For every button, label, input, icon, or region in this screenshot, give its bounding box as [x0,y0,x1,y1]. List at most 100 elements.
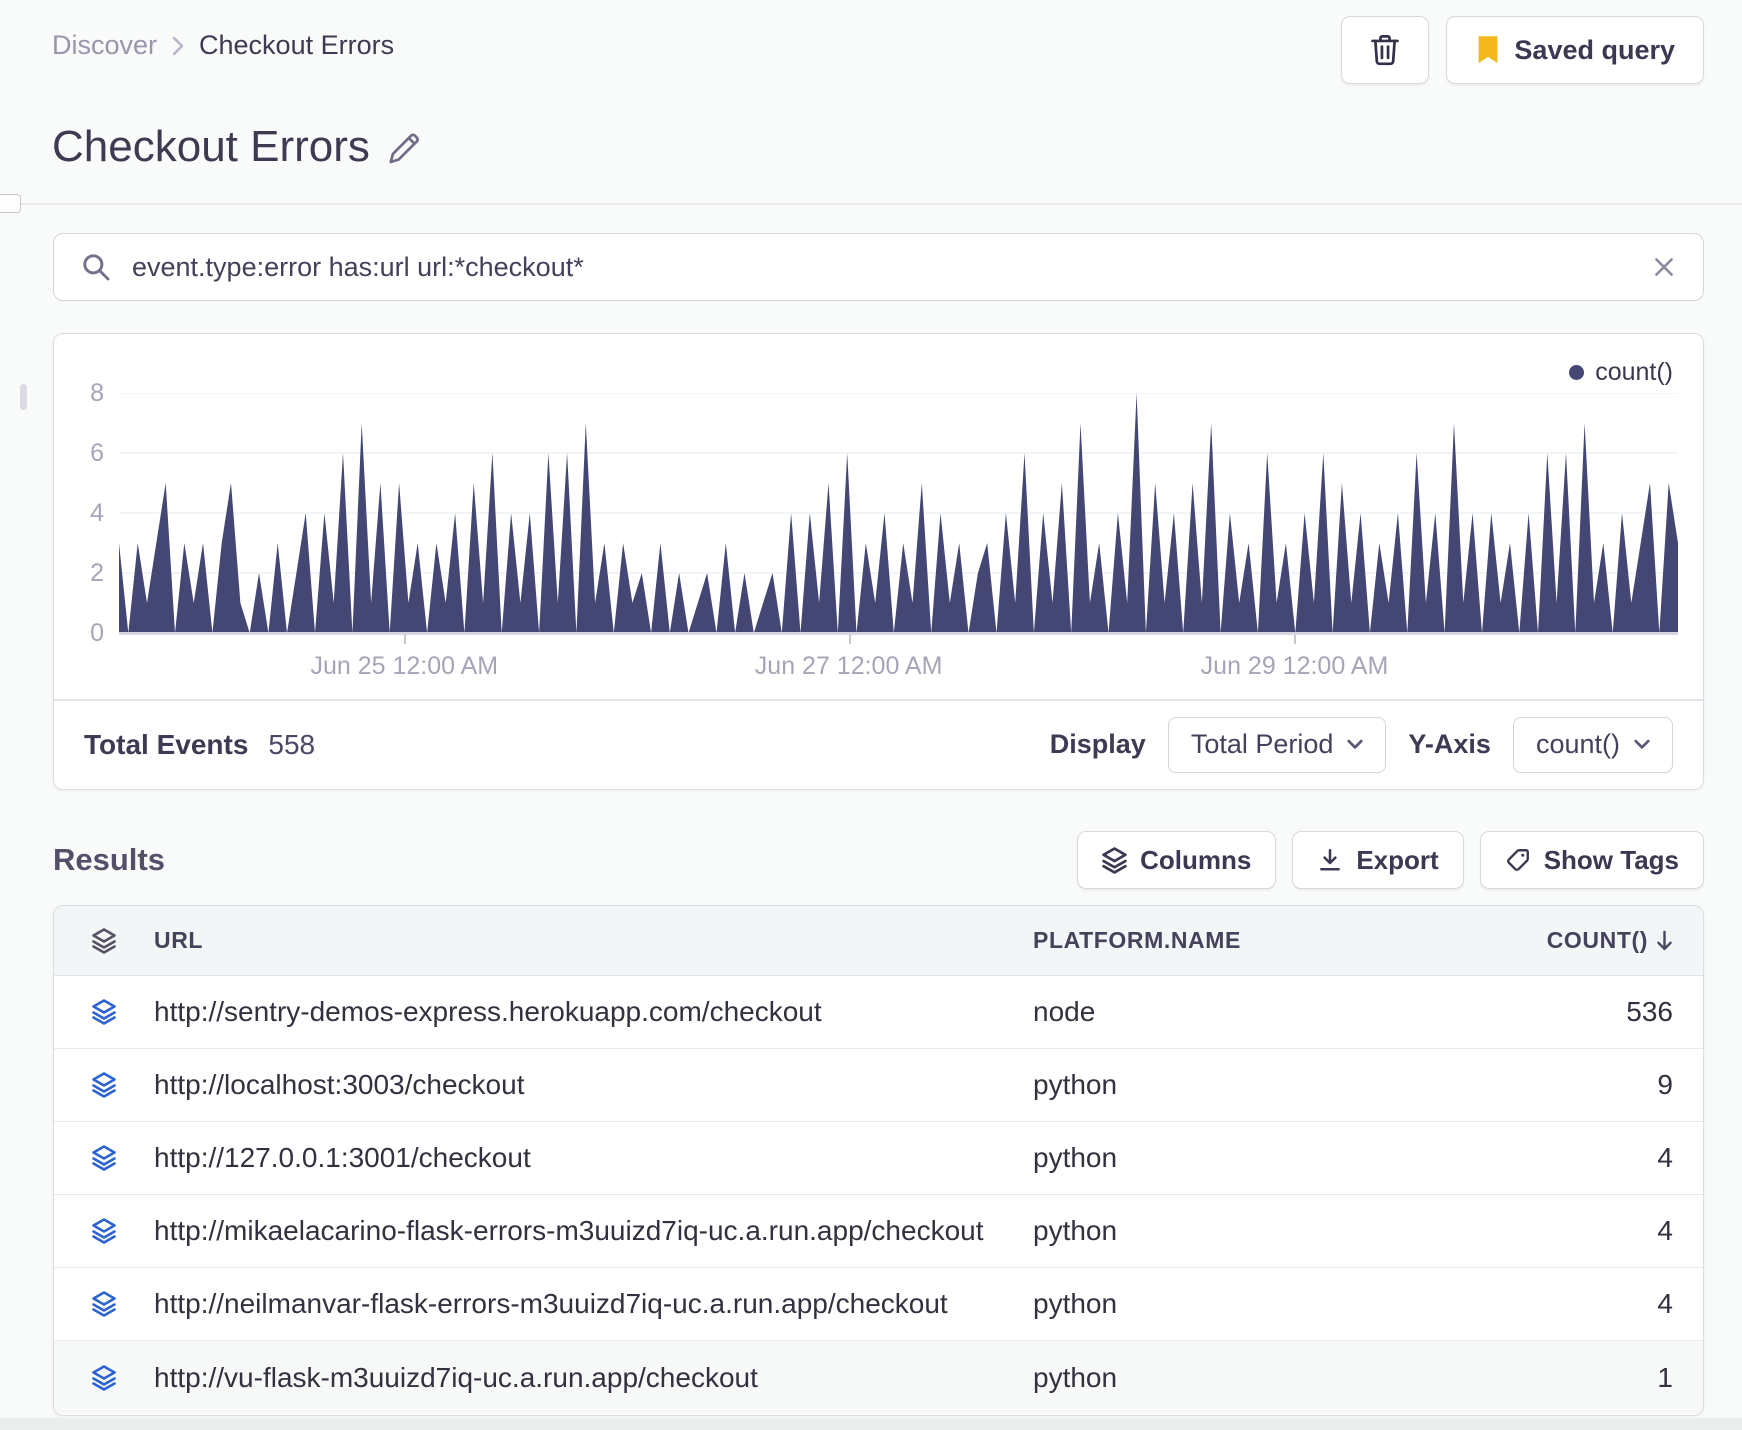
export-button[interactable]: Export [1292,831,1464,889]
platform-cell: python [1033,1215,1118,1246]
column-header-url[interactable]: URL [154,927,1033,954]
y-tick-label: 4 [90,499,104,527]
y-axis-dropdown-value: count() [1535,729,1620,760]
display-label: Display [1049,729,1146,760]
open-group-stack-icon[interactable] [54,1072,154,1098]
url-cell[interactable]: http://127.0.0.1:3001/checkout [154,1142,1033,1174]
count-cell: 4 [1657,1288,1673,1319]
sort-descending-icon [1656,930,1673,952]
column-header-platform[interactable]: PLATFORM.NAME [1033,927,1578,954]
url-cell[interactable]: http://sentry-demos-express.herokuapp.co… [154,996,1033,1028]
chart-y-axis-labels: 0 2 4 6 8 [54,379,104,647]
url-cell[interactable]: http://vu-flask-m3uuizd7iq-uc.a.run.app/… [154,1362,1033,1394]
show-tags-button-label: Show Tags [1543,844,1679,875]
y-tick-label: 0 [90,619,104,647]
platform-cell: python [1033,1288,1118,1319]
breadcrumb-current: Checkout Errors [199,30,395,60]
x-tick-label: Jun 25 12:00 AM [310,652,499,680]
y-axis-label: Y-Axis [1408,729,1491,760]
display-dropdown-value: Total Period [1190,729,1334,760]
open-group-stack-icon[interactable] [54,1291,154,1317]
breadcrumb-discover[interactable]: Discover [52,30,157,61]
sidebar-collapse-tab[interactable] [0,194,21,213]
chevron-down-icon [1347,739,1363,750]
page-title: Checkout Errors [52,122,370,171]
platform-cell: python [1033,1069,1118,1100]
table-row[interactable]: http://neilmanvar-flask-errors-m3uuizd7i… [54,1268,1703,1341]
columns-button[interactable]: Columns [1077,831,1277,889]
chart-x-axis-labels: Jun 25 12:00 AM Jun 27 12:00 AM Jun 29 12:… [119,635,1678,695]
header-divider [0,203,1742,205]
total-events-label: Total Events [84,728,249,760]
open-group-stack-icon[interactable] [54,1218,154,1244]
chart-card: count() 0 2 4 6 8 Jun 25 12:00 AM Jun 27 12:0… [53,333,1704,790]
count-cell: 536 [1626,996,1673,1027]
page-title-row: Checkout Errors [52,122,422,172]
total-events-value: 558 [268,728,316,760]
breadcrumb: Discover Checkout Errors [52,30,394,61]
x-tick [1294,635,1297,644]
edit-pencil-icon[interactable] [386,127,422,167]
open-group-stack-icon[interactable] [54,1145,154,1171]
x-tick-label: Jun 29 12:00 AM [1200,652,1389,680]
table-row[interactable]: http://127.0.0.1:3001/checkout python 4 [54,1122,1703,1195]
top-actions: Saved query [1341,16,1704,84]
platform-cell: node [1033,996,1096,1027]
platform-cell: python [1033,1142,1118,1173]
delete-query-button[interactable] [1341,16,1430,84]
count-cell: 4 [1657,1215,1673,1246]
table-row[interactable]: http://vu-flask-m3uuizd7iq-uc.a.run.app/… [54,1341,1703,1414]
trash-icon [1369,33,1401,67]
platform-cell: python [1033,1361,1118,1393]
page-bottom-strip [0,1418,1742,1430]
columns-button-label: Columns [1140,844,1252,875]
y-tick-label: 6 [90,439,104,467]
bookmark-icon [1475,35,1501,65]
search-query-input[interactable]: event.type:error has:url url:*checkout* [132,252,1631,283]
y-tick-label: 8 [90,379,104,407]
chevron-right-icon [171,35,185,57]
x-tick [848,635,851,644]
events-chart[interactable] [119,393,1678,633]
chart-legend[interactable]: count() [1569,358,1673,387]
open-group-stack-icon[interactable] [54,1365,154,1391]
legend-dot [1569,365,1585,380]
scroll-handle[interactable] [20,384,27,410]
clear-search-icon[interactable] [1651,254,1677,280]
url-cell[interactable]: http://localhost:3003/checkout [154,1069,1033,1101]
url-cell[interactable]: http://neilmanvar-flask-errors-m3uuizd7i… [154,1288,1033,1320]
y-axis-dropdown[interactable]: count() [1512,716,1673,773]
search-icon [80,251,112,283]
table-header-row: URL PLATFORM.NAME COUNT() [54,906,1703,976]
results-row: Results Columns Export Show Tags [53,828,1704,892]
x-tick-label: Jun 27 12:00 AM [754,652,943,680]
tag-icon [1505,847,1531,873]
show-tags-button[interactable]: Show Tags [1479,831,1704,889]
count-header-label: COUNT() [1546,927,1648,953]
count-cell: 1 [1657,1361,1673,1393]
table-row[interactable]: http://mikaelacarino-flask-errors-m3uuiz… [54,1195,1703,1268]
url-cell[interactable]: http://mikaelacarino-flask-errors-m3uuiz… [154,1215,1033,1247]
stack-column-icon[interactable] [54,928,154,954]
column-header-count[interactable]: COUNT() [1547,927,1673,954]
results-table: URL PLATFORM.NAME COUNT() http://sentry-… [53,905,1704,1416]
x-tick [404,635,407,644]
count-cell: 9 [1657,1069,1673,1100]
download-icon [1317,847,1343,873]
y-tick-label: 2 [90,559,104,587]
results-heading: Results [53,842,165,877]
saved-query-button[interactable]: Saved query [1446,16,1704,84]
table-row[interactable]: http://localhost:3003/checkout python 9 [54,1049,1703,1122]
chevron-down-icon [1634,739,1650,750]
display-dropdown[interactable]: Total Period [1167,716,1387,773]
saved-query-label: Saved query [1514,34,1675,65]
export-button-label: Export [1356,844,1439,875]
count-cell: 4 [1657,1142,1673,1173]
legend-label: count() [1595,358,1673,386]
open-group-stack-icon[interactable] [54,999,154,1025]
columns-stack-icon [1102,847,1127,874]
table-row[interactable]: http://sentry-demos-express.herokuapp.co… [54,976,1703,1049]
discover-page: Discover Checkout Errors Saved query Che… [0,0,1742,1430]
chart-footer: Total Events 558 Display Total Period Y-… [54,701,1703,790]
search-bar[interactable]: event.type:error has:url url:*checkout* [53,233,1704,301]
